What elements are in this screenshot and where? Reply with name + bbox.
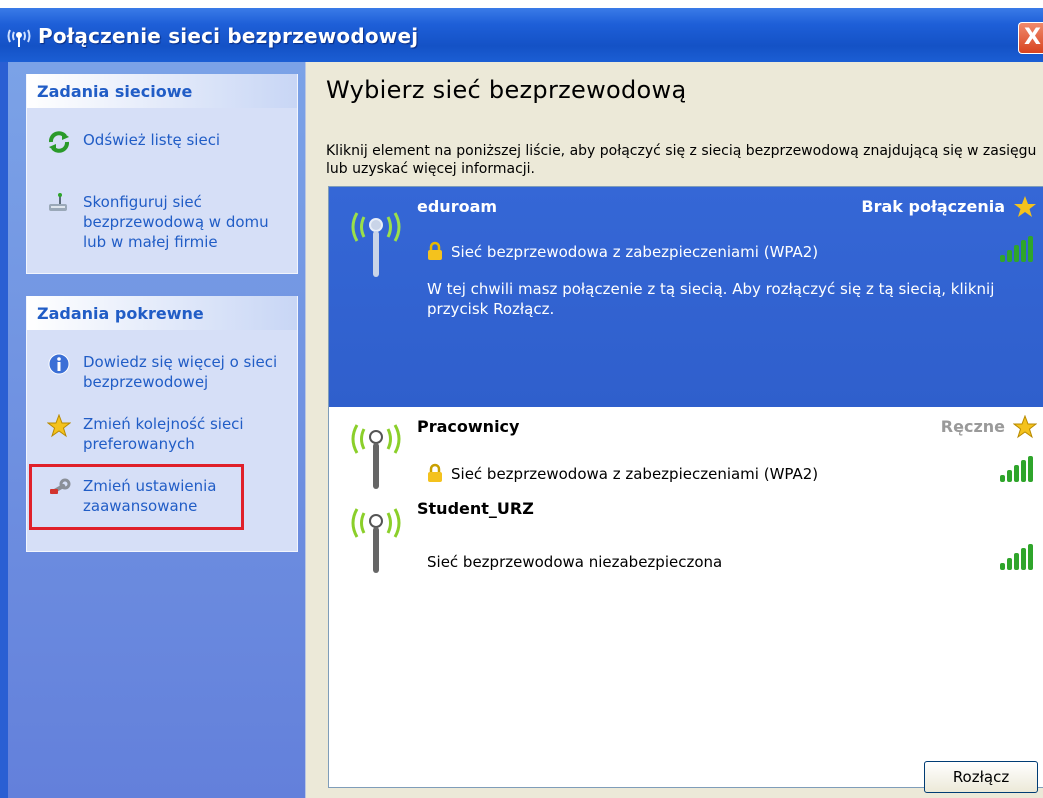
title-bar: Połączenie sieci bezprzewodowej X (0, 0, 1043, 62)
star-icon (47, 414, 71, 438)
info-icon (48, 353, 70, 375)
disconnect-button[interactable]: Rozłącz (924, 761, 1038, 793)
signal-strength-icon (1000, 544, 1033, 570)
highlight-frame (29, 464, 244, 530)
security-type: Sieć bezprzewodowa z zabezpieczeniami (W… (451, 465, 819, 483)
wireless-antenna-icon (351, 212, 401, 277)
network-name: Student_URZ (417, 499, 534, 518)
signal-strength-icon (1000, 456, 1033, 482)
wireless-antenna-icon (351, 508, 401, 573)
network-name: eduroam (417, 197, 498, 216)
network-tasks-panel: Zadania sieciowe Odśwież listę sieci Sko… (26, 74, 298, 274)
network-list[interactable]: eduroam Brak połączenia Sieć bezprzewodo… (328, 186, 1043, 788)
security-type: Sieć bezprzewodowa niezabezpieczona (427, 553, 723, 571)
change-preferred-order-label: Zmień kolejność sieci preferowanych (83, 415, 244, 453)
connection-message: W tej chwili masz połączenie z tą siecią… (427, 280, 995, 318)
wireless-network-icon (7, 29, 31, 47)
instructions-text: Kliknij element na poniższej liście, aby… (326, 143, 1037, 177)
refresh-network-list-label: Odśwież listę sieci (83, 131, 221, 149)
setup-wireless-network-label: Skonfiguruj sieć bezprzewodową w domu lu… (83, 193, 269, 251)
lock-icon (428, 463, 442, 482)
refresh-icon (49, 131, 69, 153)
network-tasks-heading: Zadania sieciowe (27, 74, 297, 108)
preferred-star-icon (1013, 415, 1037, 439)
network-name: Pracownicy (417, 417, 520, 436)
task-pane: Zadania sieciowe Odśwież listę sieci Sko… (0, 62, 305, 798)
preferred-star-icon (1014, 196, 1036, 217)
network-setup-icon (49, 193, 67, 211)
network-item-pracownicy[interactable]: Pracownicy Ręczne Sieć bezprzewodowa z z… (329, 407, 1043, 495)
close-button[interactable]: X (1018, 22, 1043, 54)
wireless-antenna-icon (351, 424, 401, 489)
connection-status: Brak połączenia (861, 197, 1005, 216)
main-area: Wybierz sieć bezprzewodową Kliknij eleme… (305, 62, 1043, 798)
page-title: Wybierz sieć bezprzewodową (326, 76, 687, 104)
network-item-student-urz[interactable]: Student_URZ Sieć bezprzewodowa niezabezp… (329, 495, 1043, 589)
learn-about-wireless-label: Dowiedz się więcej o sieci bezprzewodowe… (83, 353, 278, 391)
window-title: Połączenie sieci bezprzewodowej (38, 24, 419, 48)
lock-icon (428, 241, 442, 260)
related-tasks-heading: Zadania pokrewne (27, 296, 297, 330)
connection-status: Ręczne (940, 417, 1005, 436)
security-type: Sieć bezprzewodowa z zabezpieczeniami (W… (451, 243, 819, 261)
signal-strength-icon (1000, 236, 1033, 262)
network-item-eduroam[interactable]: eduroam Brak połączenia Sieć bezprzewodo… (329, 187, 1043, 407)
